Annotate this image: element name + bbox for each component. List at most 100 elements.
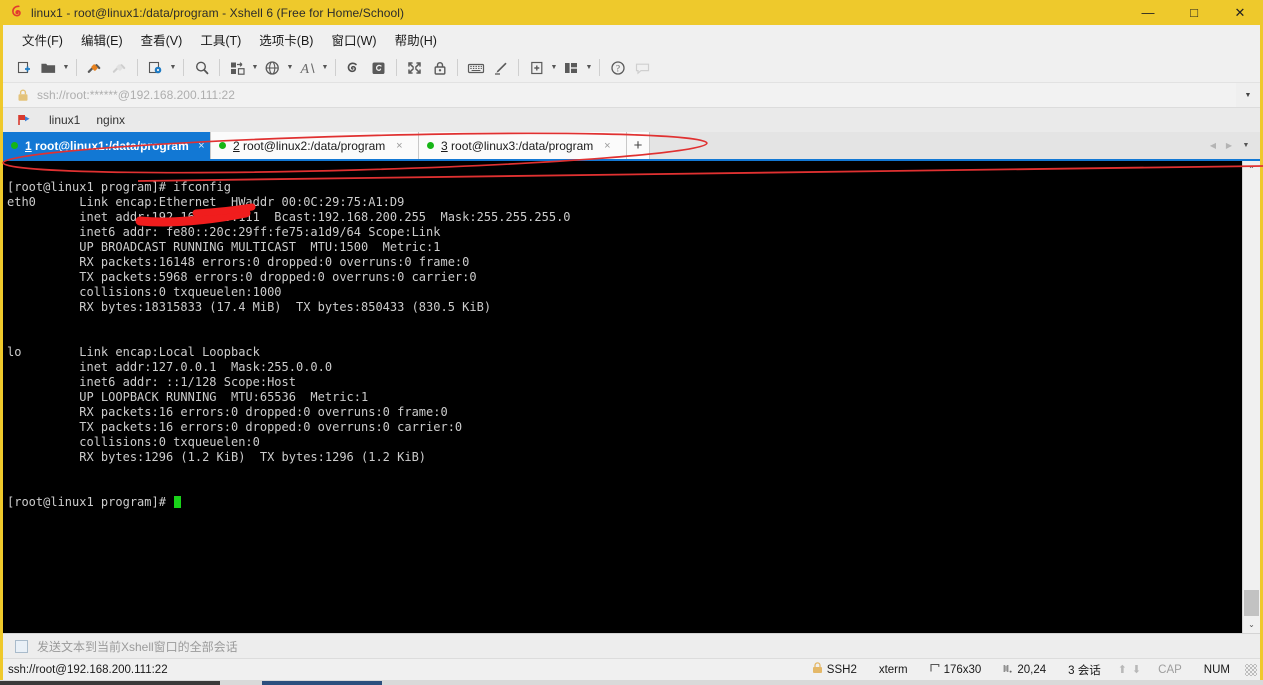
terminal-cursor [174, 496, 182, 508]
lock-icon[interactable] [427, 56, 452, 79]
taskbar-window-button [262, 681, 382, 685]
tab-close-3[interactable]: × [599, 132, 615, 159]
terminal-line-1: eth0 Link encap:Ethernet HWaddr 00:0C:29… [7, 195, 405, 209]
close-button[interactable]: ✕ [1217, 0, 1263, 25]
tab-status-dot-icon [11, 142, 18, 149]
terminal-line-2: inet addr:192.168.200.111 Bcast:192.168.… [7, 210, 571, 224]
open-folder-caret-icon[interactable]: ▼ [61, 56, 71, 79]
scroll-down-icon[interactable]: ⌄ [1243, 616, 1260, 633]
tab-scroll-right-icon[interactable]: ▶ [1222, 132, 1236, 159]
terminal-line-10: lo Link encap:Local Loopback [7, 345, 260, 359]
file-transfer-icon[interactable] [225, 56, 250, 79]
menu-window[interactable]: 窗口(W) [322, 26, 385, 53]
terminal-output[interactable]: [root@linux1 program]# ifconfig eth0 Lin… [3, 161, 1242, 633]
terminal-line-11: inet addr:127.0.0.1 Mask:255.0.0.0 [7, 360, 333, 374]
send-to-all-bar: 发送文本到当前Xshell窗口的全部会话 [3, 633, 1260, 658]
address-dropdown-icon[interactable]: ▼ [1236, 83, 1260, 107]
session-tab-3[interactable]: 3 root@linux3:/data/program × [419, 132, 627, 159]
chat-balloon-icon [630, 56, 655, 79]
maximize-button[interactable]: □ [1171, 0, 1217, 25]
file-transfer-caret-icon[interactable]: ▼ [250, 56, 260, 79]
toolbar-separator [599, 59, 600, 76]
tab-nav-controls: ◀ ▶ ▼ [1206, 132, 1260, 159]
highlight-pen-icon[interactable] [488, 56, 513, 79]
connect-plug-icon[interactable] [82, 56, 107, 79]
session-properties-caret-icon[interactable]: ▼ [168, 56, 178, 79]
status-num-lock: NUM [1203, 663, 1230, 676]
font-size-caret-icon[interactable]: ▼ [320, 56, 330, 79]
fullscreen-icon[interactable] [402, 56, 427, 79]
toolbar-separator [518, 59, 519, 76]
scroll-up-icon[interactable]: ⌃ [1243, 161, 1260, 178]
toolbar-separator [396, 59, 397, 76]
minimize-button[interactable]: — [1125, 0, 1171, 25]
menu-file[interactable]: 文件(F) [13, 26, 72, 53]
terminal-scrollbar[interactable]: ⌃ ⌄ [1242, 161, 1260, 633]
menu-help[interactable]: 帮助(H) [386, 26, 446, 53]
xftp-icon[interactable] [341, 56, 366, 79]
taskbar-segment [0, 681, 220, 685]
font-size-icon[interactable]: A [295, 56, 320, 79]
tab-scroll-left-icon[interactable]: ◀ [1206, 132, 1220, 159]
tab-index-3: 3 [441, 138, 448, 153]
resize-grip[interactable] [1245, 663, 1257, 676]
send-to-all-label[interactable]: 发送文本到当前Xshell窗口的全部会话 [37, 638, 238, 655]
tab-close-2[interactable]: × [391, 132, 407, 159]
quick-access-bar: linux1 nginx [3, 108, 1260, 132]
quickbar-item-nginx[interactable]: nginx [96, 113, 125, 127]
scrollbar-track[interactable] [1243, 178, 1260, 616]
open-folder-icon[interactable] [36, 56, 61, 79]
menu-view[interactable]: 查看(V) [132, 26, 192, 53]
find-magnifier-icon[interactable] [189, 56, 214, 79]
layout-arrange-caret-icon[interactable]: ▼ [584, 56, 594, 79]
help-icon[interactable]: ? [605, 56, 630, 79]
quickbar-item-linux1[interactable]: linux1 [49, 113, 80, 127]
new-session-icon[interactable] [11, 56, 36, 79]
tab-strip-empty-area [650, 132, 1206, 159]
xshell-script-icon[interactable] [366, 56, 391, 79]
send-to-all-checkbox[interactable] [15, 639, 28, 653]
globe-encoding-caret-icon[interactable]: ▼ [285, 56, 295, 79]
terminal-line-4: UP BROADCAST RUNNING MULTICAST MTU:1500 … [7, 240, 441, 254]
session-tab-1[interactable]: 1 root@linux1:/data/program × [3, 132, 211, 159]
menu-tabs[interactable]: 选项卡(B) [250, 26, 322, 53]
padlock-icon [17, 89, 29, 102]
status-sessions: 3 会话 [1068, 664, 1101, 677]
bookmark-flag-icon [15, 113, 33, 127]
address-bar[interactable]: ssh://root:******@192.168.200.111:22 ▼ [3, 83, 1260, 108]
scrollbar-thumb[interactable] [1244, 590, 1259, 616]
xshell-logo-icon [7, 0, 29, 25]
toolbar-separator [335, 59, 336, 76]
tab-close-1[interactable]: × [195, 132, 208, 159]
layout-arrange-icon[interactable] [559, 56, 584, 79]
status-connection: ssh://root@192.168.200.111:22 [8, 663, 168, 676]
tab-status-dot-icon [219, 142, 226, 149]
terminal-line-14: RX packets:16 errors:0 dropped:0 overrun… [7, 405, 448, 419]
terminal-prompt: [root@linux1 program]# [7, 495, 174, 509]
terminal-line-6: TX packets:5968 errors:0 dropped:0 overr… [7, 270, 477, 284]
terminal-line-0: [root@linux1 program]# ifconfig [7, 180, 231, 194]
address-input[interactable]: ssh://root:******@192.168.200.111:22 [37, 88, 235, 102]
keyboard-icon[interactable] [463, 56, 488, 79]
terminal-line-5: RX packets:16148 errors:0 dropped:0 over… [7, 255, 470, 269]
session-tab-2[interactable]: 2 root@linux2:/data/program × [211, 132, 419, 159]
toolbar-separator [457, 59, 458, 76]
menu-edit[interactable]: 编辑(E) [72, 26, 132, 53]
resize-icon [930, 663, 940, 677]
toolbar-separator [76, 59, 77, 76]
toolbar-separator [137, 59, 138, 76]
session-properties-icon[interactable] [143, 56, 168, 79]
tab-list-dropdown-icon[interactable]: ▼ [1238, 132, 1254, 159]
new-tab-caret-icon[interactable]: ▼ [549, 56, 559, 79]
tab-status-dot-icon [427, 142, 434, 149]
tab-label-3: root@linux3:/data/program [447, 138, 594, 153]
new-tab-button[interactable]: + [627, 132, 650, 159]
globe-encoding-icon[interactable] [260, 56, 285, 79]
new-tab-icon[interactable] [524, 56, 549, 79]
menu-tools[interactable]: 工具(T) [191, 26, 250, 53]
status-size: 176x30 [943, 663, 982, 676]
status-caps-lock: CAP [1158, 663, 1182, 676]
client-area: 文件(F) 编辑(E) 查看(V) 工具(T) 选项卡(B) 窗口(W) 帮助(… [3, 25, 1260, 680]
padlock-icon [812, 662, 823, 677]
